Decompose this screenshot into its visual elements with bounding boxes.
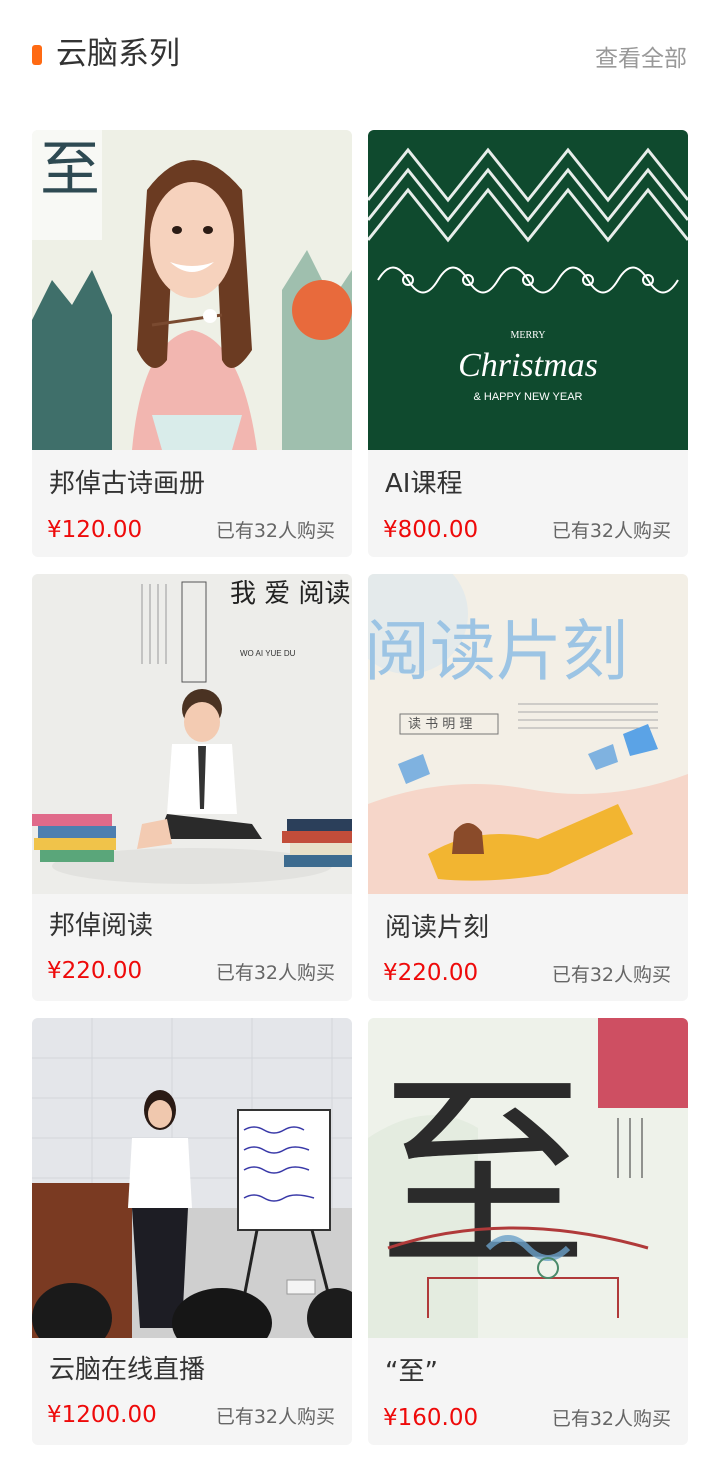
product-name: 云脑在线直播	[49, 1355, 206, 1385]
product-name: 阅读片刻	[385, 913, 490, 943]
product-sold-count: 已有32人购买	[551, 1408, 671, 1430]
product-name: “至”	[385, 1357, 438, 1387]
svg-text:至: 至	[40, 135, 100, 205]
product-grid: 至 邦倬古诗画册 ¥120.00 已有32人购买 MERRY Christmas…	[0, 0, 720, 1478]
product-price: ¥220.00	[383, 960, 479, 986]
product-card[interactable]: MERRY Christmas & HAPPY NEW YEAR AI课程 ¥8…	[368, 130, 688, 557]
product-card[interactable]: 我 爱 阅读 WO AI YUE DU 邦倬阅读 ¥220.00 已有32人购买	[32, 574, 352, 1001]
product-sold-count: 已有32人购买	[215, 962, 335, 984]
product-name: 邦倬阅读	[49, 911, 154, 941]
product-card[interactable]: 至 邦倬古诗画册 ¥120.00 已有32人购买	[32, 130, 352, 557]
product-sold-count: 已有32人购买	[551, 964, 671, 986]
product-price: ¥800.00	[383, 517, 479, 543]
poster-title: 我 爱 阅读	[230, 579, 351, 609]
product-image-live-lecture	[32, 1018, 352, 1338]
poster-big-title: 阅读片刻	[368, 613, 628, 690]
product-card[interactable]: 阅读片刻 读 书 明 理 阅读片刻 ¥220.00 已有32人购买	[368, 574, 688, 1001]
product-sold-count: 已有32人购买	[215, 1406, 335, 1428]
product-card[interactable]: 云脑在线直播 ¥1200.00 已有32人购买	[32, 1018, 352, 1445]
product-price: ¥120.00	[47, 517, 143, 543]
christmas-subtitle-text: & HAPPY NEW YEAR	[473, 391, 582, 403]
product-price: ¥160.00	[383, 1405, 479, 1431]
product-sold-count: 已有32人购买	[551, 520, 671, 542]
product-image-christmas: MERRY Christmas & HAPPY NEW YEAR	[368, 130, 688, 450]
product-image-boy-reading: 我 爱 阅读 WO AI YUE DU	[32, 574, 352, 894]
product-image-calligraphy-zhi: 至	[368, 1018, 688, 1338]
product-name: AI课程	[385, 469, 463, 499]
product-card[interactable]: 至 “至” ¥160.00 已有32人购买	[368, 1018, 688, 1445]
product-image-girl-eating: 至	[32, 130, 352, 450]
product-image-reading-moment: 阅读片刻 读 书 明 理	[368, 574, 688, 894]
product-price: ¥1200.00	[47, 1402, 157, 1428]
poster-pinyin: WO AI YUE DU	[240, 649, 296, 658]
product-price: ¥220.00	[47, 958, 143, 984]
product-sold-count: 已有32人购买	[215, 520, 335, 542]
product-name: 邦倬古诗画册	[49, 469, 206, 499]
poster-seal-text: 读 书 明 理	[408, 717, 472, 732]
christmas-title-text: Christmas	[458, 347, 598, 384]
christmas-merry-text: MERRY	[510, 330, 545, 341]
